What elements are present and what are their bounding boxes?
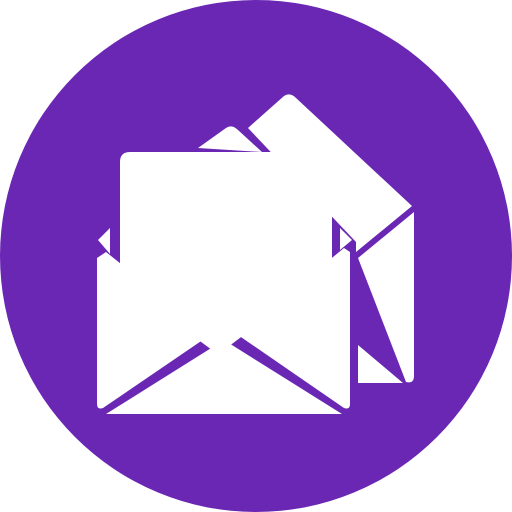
- open-envelopes-icon: [0, 0, 512, 512]
- front-envelope-icon: [97, 152, 352, 414]
- app-icon: [0, 0, 512, 512]
